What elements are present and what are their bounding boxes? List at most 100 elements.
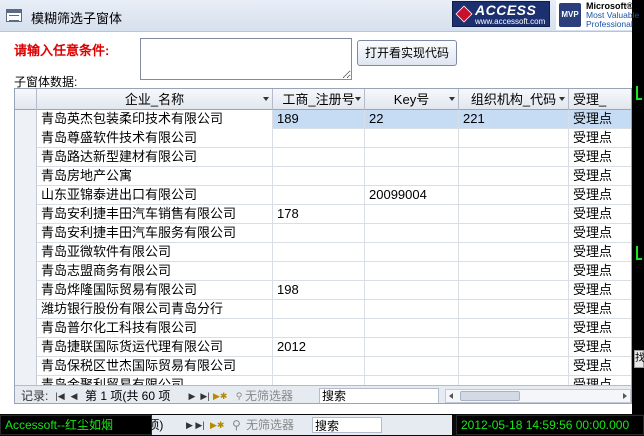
row-selector[interactable] bbox=[15, 262, 37, 281]
table-row[interactable]: 青岛安利捷丰田汽车服务有限公司 受理点 bbox=[15, 224, 631, 243]
main-search-input[interactable]: 搜索 bbox=[312, 417, 382, 433]
table-cell[interactable] bbox=[365, 262, 459, 281]
table-cell[interactable] bbox=[273, 148, 365, 167]
row-selector[interactable] bbox=[15, 148, 37, 167]
table-cell[interactable] bbox=[273, 357, 365, 376]
horizontal-scrollbar[interactable] bbox=[445, 389, 631, 403]
table-cell[interactable]: 青岛英杰包装柔印技术有限公司 bbox=[37, 110, 273, 129]
table-cell[interactable]: 山东亚锦泰进出口有限公司 bbox=[37, 186, 273, 205]
table-cell[interactable]: 198 bbox=[273, 281, 365, 300]
row-selector[interactable] bbox=[15, 110, 37, 129]
scroll-right-icon[interactable] bbox=[623, 393, 627, 399]
chevron-down-icon[interactable] bbox=[559, 97, 565, 101]
table-cell[interactable]: 受理点 bbox=[569, 224, 631, 243]
table-cell[interactable] bbox=[273, 224, 365, 243]
table-row[interactable]: 青岛安利捷丰田汽车销售有限公司 178 受理点 bbox=[15, 205, 631, 224]
table-cell[interactable] bbox=[273, 186, 365, 205]
table-cell[interactable] bbox=[459, 319, 569, 338]
table-cell[interactable] bbox=[273, 167, 365, 186]
row-selector[interactable] bbox=[15, 129, 37, 148]
table-row[interactable]: 青岛捷联国际货运代理有限公司 2012 受理点 bbox=[15, 338, 631, 357]
table-cell[interactable] bbox=[365, 300, 459, 319]
table-cell[interactable] bbox=[365, 224, 459, 243]
table-row[interactable]: 青岛烨隆国际贸易有限公司 198 受理点 bbox=[15, 281, 631, 300]
row-selector[interactable] bbox=[15, 338, 37, 357]
search-input[interactable]: 搜索 bbox=[319, 388, 439, 403]
table-cell[interactable]: 22 bbox=[365, 110, 459, 129]
table-cell[interactable]: 受理点 bbox=[569, 186, 631, 205]
row-selector[interactable] bbox=[15, 376, 37, 385]
main-record-position[interactable]: 共 1 项) bbox=[122, 417, 163, 433]
table-cell[interactable] bbox=[459, 262, 569, 281]
record-position[interactable]: 第 1 项(共 60 项 bbox=[85, 388, 170, 403]
table-row[interactable]: 青岛英杰包装柔印技术有限公司 189 22 221 受理点 bbox=[15, 110, 631, 129]
column-header-regno[interactable]: 工商_注册号 bbox=[273, 89, 365, 110]
table-cell[interactable] bbox=[459, 243, 569, 262]
table-cell[interactable]: 青岛普尔化工科技有限公司 bbox=[37, 319, 273, 338]
table-cell[interactable]: 221 bbox=[459, 110, 569, 129]
table-cell[interactable] bbox=[459, 300, 569, 319]
row-selector[interactable] bbox=[15, 243, 37, 262]
table-cell[interactable] bbox=[459, 129, 569, 148]
column-header-key[interactable]: Key号 bbox=[365, 89, 459, 110]
table-cell[interactable] bbox=[365, 357, 459, 376]
table-cell[interactable] bbox=[459, 376, 569, 385]
table-cell[interactable] bbox=[273, 243, 365, 262]
table-cell[interactable]: 青岛尊盛软件技术有限公司 bbox=[37, 129, 273, 148]
row-selector[interactable] bbox=[15, 205, 37, 224]
filter-status[interactable]: 无筛选器 bbox=[245, 388, 293, 403]
table-cell[interactable]: 受理点 bbox=[569, 205, 631, 224]
table-cell[interactable]: 青岛亚微软件有限公司 bbox=[37, 243, 273, 262]
row-selector[interactable] bbox=[15, 319, 37, 338]
chevron-down-icon[interactable] bbox=[355, 97, 361, 101]
select-all-corner[interactable] bbox=[15, 89, 37, 110]
table-cell[interactable] bbox=[459, 167, 569, 186]
column-header-accept[interactable]: 受理_ bbox=[569, 89, 631, 110]
table-row[interactable]: 青岛保税区世杰国际贸易有限公司 受理点 bbox=[15, 357, 631, 376]
table-cell[interactable] bbox=[365, 376, 459, 385]
table-cell[interactable] bbox=[365, 319, 459, 338]
column-header-company[interactable]: 企业_名称 bbox=[37, 89, 273, 110]
table-cell[interactable] bbox=[365, 129, 459, 148]
table-cell[interactable] bbox=[365, 338, 459, 357]
table-cell[interactable]: 178 bbox=[273, 205, 365, 224]
table-row[interactable]: 青岛亚微软件有限公司 受理点 bbox=[15, 243, 631, 262]
table-cell[interactable]: 受理点 bbox=[569, 148, 631, 167]
condition-input[interactable] bbox=[140, 38, 352, 80]
scroll-left-icon[interactable] bbox=[449, 393, 453, 399]
table-cell[interactable] bbox=[365, 243, 459, 262]
table-cell[interactable]: 2012 bbox=[273, 338, 365, 357]
next-record-icon[interactable]: ▶ bbox=[187, 389, 197, 403]
open-code-button[interactable]: 打开看实现代码 bbox=[357, 40, 457, 66]
column-header-orgcode[interactable]: 组织机构_代码 bbox=[459, 89, 569, 110]
row-selector[interactable] bbox=[15, 167, 37, 186]
table-row[interactable]: 青岛路达新型建材有限公司 受理点 bbox=[15, 148, 631, 167]
table-cell[interactable]: 受理点 bbox=[569, 300, 631, 319]
table-row[interactable]: 潍坊银行股份有限公司青岛分行 受理点 bbox=[15, 300, 631, 319]
table-cell[interactable] bbox=[459, 224, 569, 243]
table-cell[interactable]: 受理点 bbox=[569, 357, 631, 376]
row-selector[interactable] bbox=[15, 281, 37, 300]
table-cell[interactable] bbox=[459, 205, 569, 224]
new-record-icon[interactable]: ▶✱ bbox=[213, 389, 227, 403]
chevron-down-icon[interactable] bbox=[263, 97, 269, 101]
table-cell[interactable]: 青岛金聚利贸易有限公司 bbox=[37, 376, 273, 385]
scroll-thumb[interactable] bbox=[460, 391, 520, 401]
table-cell[interactable] bbox=[459, 186, 569, 205]
first-record-icon[interactable]: |◀ bbox=[55, 389, 65, 403]
main-filter-status[interactable]: 无筛选器 bbox=[246, 417, 294, 433]
table-cell[interactable]: 青岛安利捷丰田汽车服务有限公司 bbox=[37, 224, 273, 243]
chevron-down-icon[interactable] bbox=[449, 97, 455, 101]
table-cell[interactable]: 受理点 bbox=[569, 319, 631, 338]
table-cell[interactable]: 受理点 bbox=[569, 129, 631, 148]
table-cell[interactable]: 潍坊银行股份有限公司青岛分行 bbox=[37, 300, 273, 319]
table-row[interactable]: 青岛普尔化工科技有限公司 受理点 bbox=[15, 319, 631, 338]
table-cell[interactable] bbox=[459, 357, 569, 376]
table-row[interactable]: 青岛尊盛软件技术有限公司 受理点 bbox=[15, 129, 631, 148]
row-selector[interactable] bbox=[15, 300, 37, 319]
table-row[interactable]: 青岛房地产公寓 受理点 bbox=[15, 167, 631, 186]
previous-record-icon[interactable]: ◀ bbox=[69, 389, 79, 403]
row-selector[interactable] bbox=[15, 186, 37, 205]
table-cell[interactable]: 青岛保税区世杰国际贸易有限公司 bbox=[37, 357, 273, 376]
table-cell[interactable]: 189 bbox=[273, 110, 365, 129]
